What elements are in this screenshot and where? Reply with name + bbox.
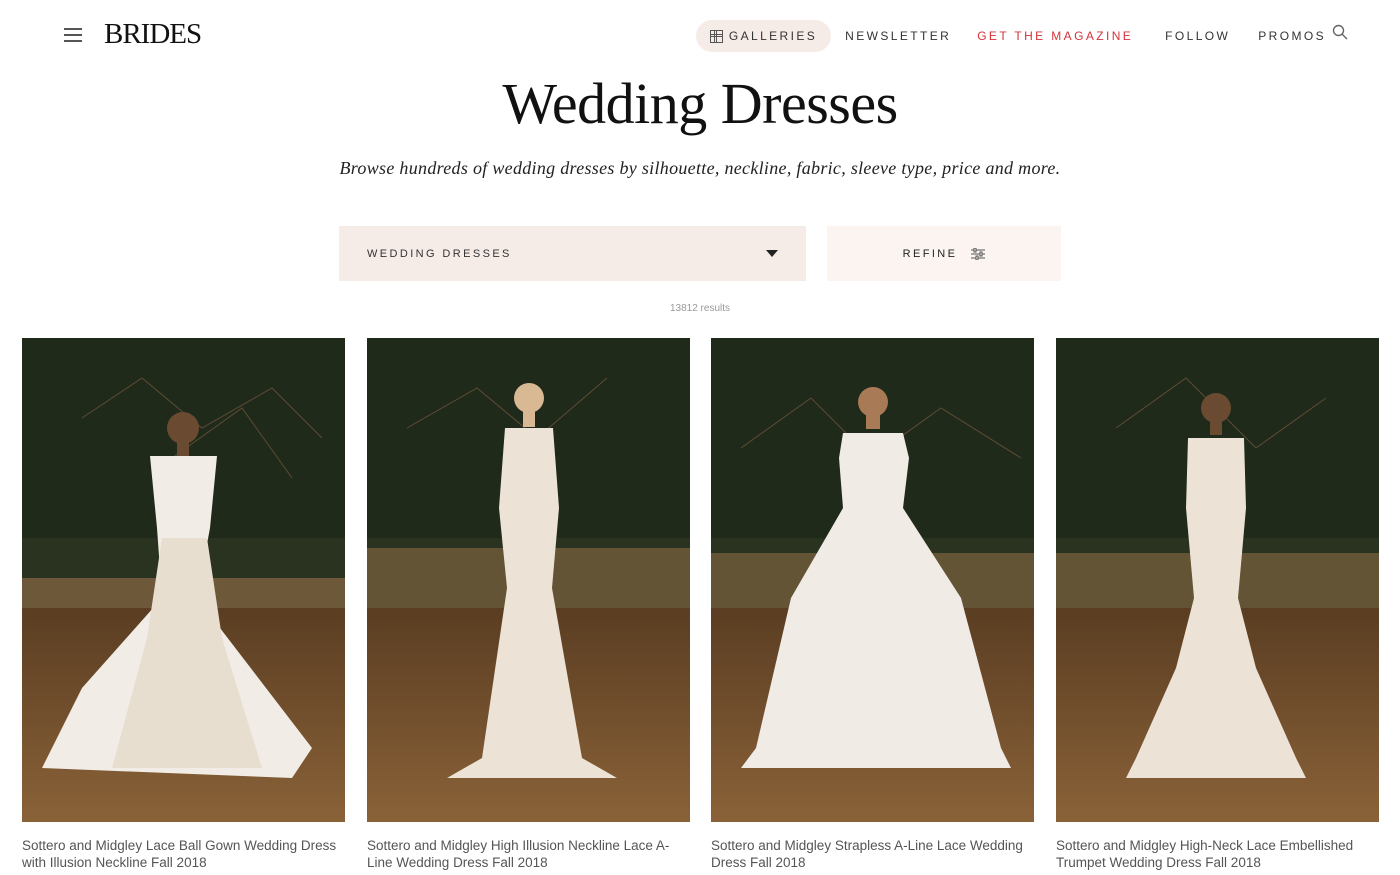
dress-card[interactable]: Sottero and Midgley Strapless A-Line Lac… <box>711 338 1034 871</box>
dress-caption[interactable]: Sottero and Midgley Strapless A-Line Lac… <box>711 837 1034 871</box>
main-nav: Galleries Newsletter Get the Magazine Fo… <box>695 20 1348 52</box>
nav-newsletter[interactable]: Newsletter <box>845 29 951 43</box>
nav-galleries[interactable]: Galleries <box>695 20 832 52</box>
dress-photo[interactable] <box>1056 338 1379 822</box>
dress-caption[interactable]: Sottero and Midgley High-Neck Lace Embel… <box>1056 837 1379 871</box>
refine-button[interactable]: Refine <box>827 226 1061 281</box>
site-header: BRIDES Galleries Newsletter Get the Maga… <box>0 0 1400 70</box>
page-title: Wedding Dresses <box>502 71 898 136</box>
dress-caption[interactable]: Sottero and Midgley Lace Ball Gown Weddi… <box>22 837 345 871</box>
refine-label: Refine <box>902 247 958 260</box>
category-select[interactable]: Wedding Dresses <box>339 226 806 281</box>
nav-galleries-label: Galleries <box>728 29 818 43</box>
hamburger-menu-icon[interactable] <box>64 28 84 44</box>
search-icon[interactable] <box>1332 24 1348 40</box>
gallery-grid-icon <box>709 29 723 43</box>
dress-photo[interactable] <box>22 338 345 822</box>
nav-get-the-magazine[interactable]: Get the Magazine <box>977 29 1133 43</box>
results-count: 13812 results <box>669 303 731 314</box>
caret-down-icon <box>766 250 778 257</box>
dress-photo[interactable] <box>367 338 690 822</box>
dress-caption[interactable]: Sottero and Midgley High Illusion Neckli… <box>367 837 690 871</box>
dress-card[interactable]: Sottero and Midgley High Illusion Neckli… <box>367 338 690 871</box>
dress-photo[interactable] <box>711 338 1034 822</box>
sliders-icon <box>971 247 986 260</box>
category-select-value: Wedding Dresses <box>367 247 512 260</box>
nav-promos[interactable]: Promos <box>1258 29 1326 43</box>
page-subtitle: Browse hundreds of wedding dresses by si… <box>339 158 1061 178</box>
dress-card[interactable]: Sottero and Midgley Lace Ball Gown Weddi… <box>22 338 345 871</box>
nav-follow[interactable]: Follow <box>1165 29 1230 43</box>
brides-logo[interactable]: BRIDES <box>104 18 202 51</box>
dress-card[interactable]: Sottero and Midgley High-Neck Lace Embel… <box>1056 338 1379 871</box>
